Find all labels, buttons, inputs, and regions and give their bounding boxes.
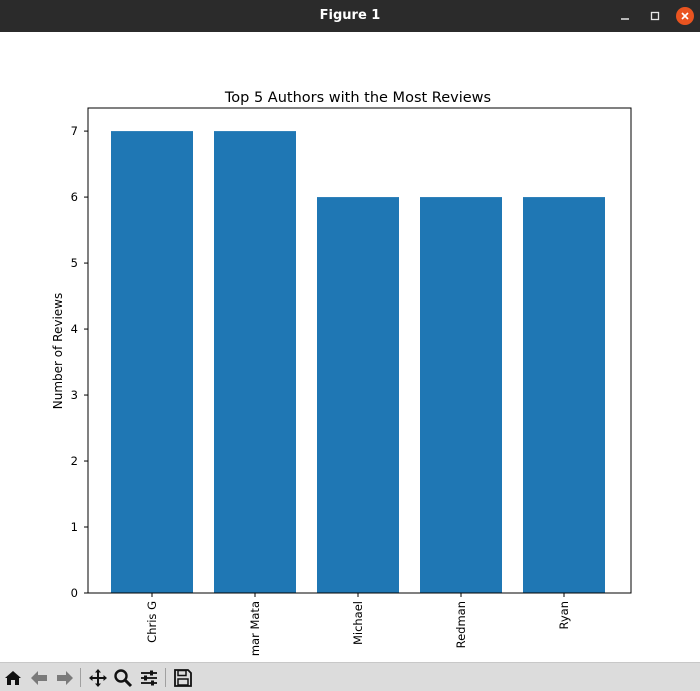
y-tick-label: 5 <box>71 256 78 270</box>
y-tick-label: 6 <box>71 190 78 204</box>
back-icon[interactable] <box>28 667 50 689</box>
toolbar-separator <box>165 668 166 687</box>
x-tick-label: mar Mata <box>248 601 262 656</box>
home-icon[interactable] <box>2 667 24 689</box>
toolbar-separator <box>80 668 81 687</box>
y-tick-label: 1 <box>71 520 78 534</box>
bar <box>317 197 399 593</box>
y-tick-label: 7 <box>71 124 78 138</box>
maximize-icon[interactable] <box>647 8 663 24</box>
bar <box>523 197 605 593</box>
x-tick-label: Chris G <box>145 601 159 643</box>
minimize-icon[interactable] <box>617 8 633 24</box>
zoom-icon[interactable] <box>112 667 134 689</box>
configure-icon[interactable] <box>138 667 160 689</box>
bar <box>111 131 193 593</box>
navigation-toolbar <box>0 662 700 691</box>
x-tick-label: Ryan <box>557 601 571 630</box>
y-axis-label: Number of Reviews <box>51 293 65 409</box>
y-tick-label: 3 <box>71 388 78 402</box>
x-tick-label: Michael <box>351 601 365 645</box>
bar <box>420 197 502 593</box>
save-icon[interactable] <box>172 667 194 689</box>
chart-title: Top 5 Authors with the Most Reviews <box>224 90 491 106</box>
y-tick-label: 0 <box>71 586 78 600</box>
bar-chart: 0 1 2 3 4 5 6 7 Chris G mar Mata Michael Redman Ryan… <box>51 90 632 656</box>
pan-icon[interactable] <box>87 667 109 689</box>
forward-icon[interactable] <box>54 667 76 689</box>
window-title: Figure 1 <box>319 8 381 23</box>
bar <box>214 131 296 593</box>
close-icon[interactable] <box>676 7 694 25</box>
plot-area: 0 1 2 3 4 5 6 7 Chris G mar Mata Michael Redman Ryan <box>71 107 632 656</box>
figure-canvas[interactable]: 0 1 2 3 4 5 6 7 Chris G mar Mata Michael Redman Ryan… <box>0 32 700 662</box>
x-tick-label: Redman <box>454 601 468 648</box>
y-tick-label: 4 <box>71 322 78 336</box>
y-tick-label: 2 <box>71 454 78 468</box>
window-titlebar[interactable]: Figure 1 <box>0 0 700 32</box>
